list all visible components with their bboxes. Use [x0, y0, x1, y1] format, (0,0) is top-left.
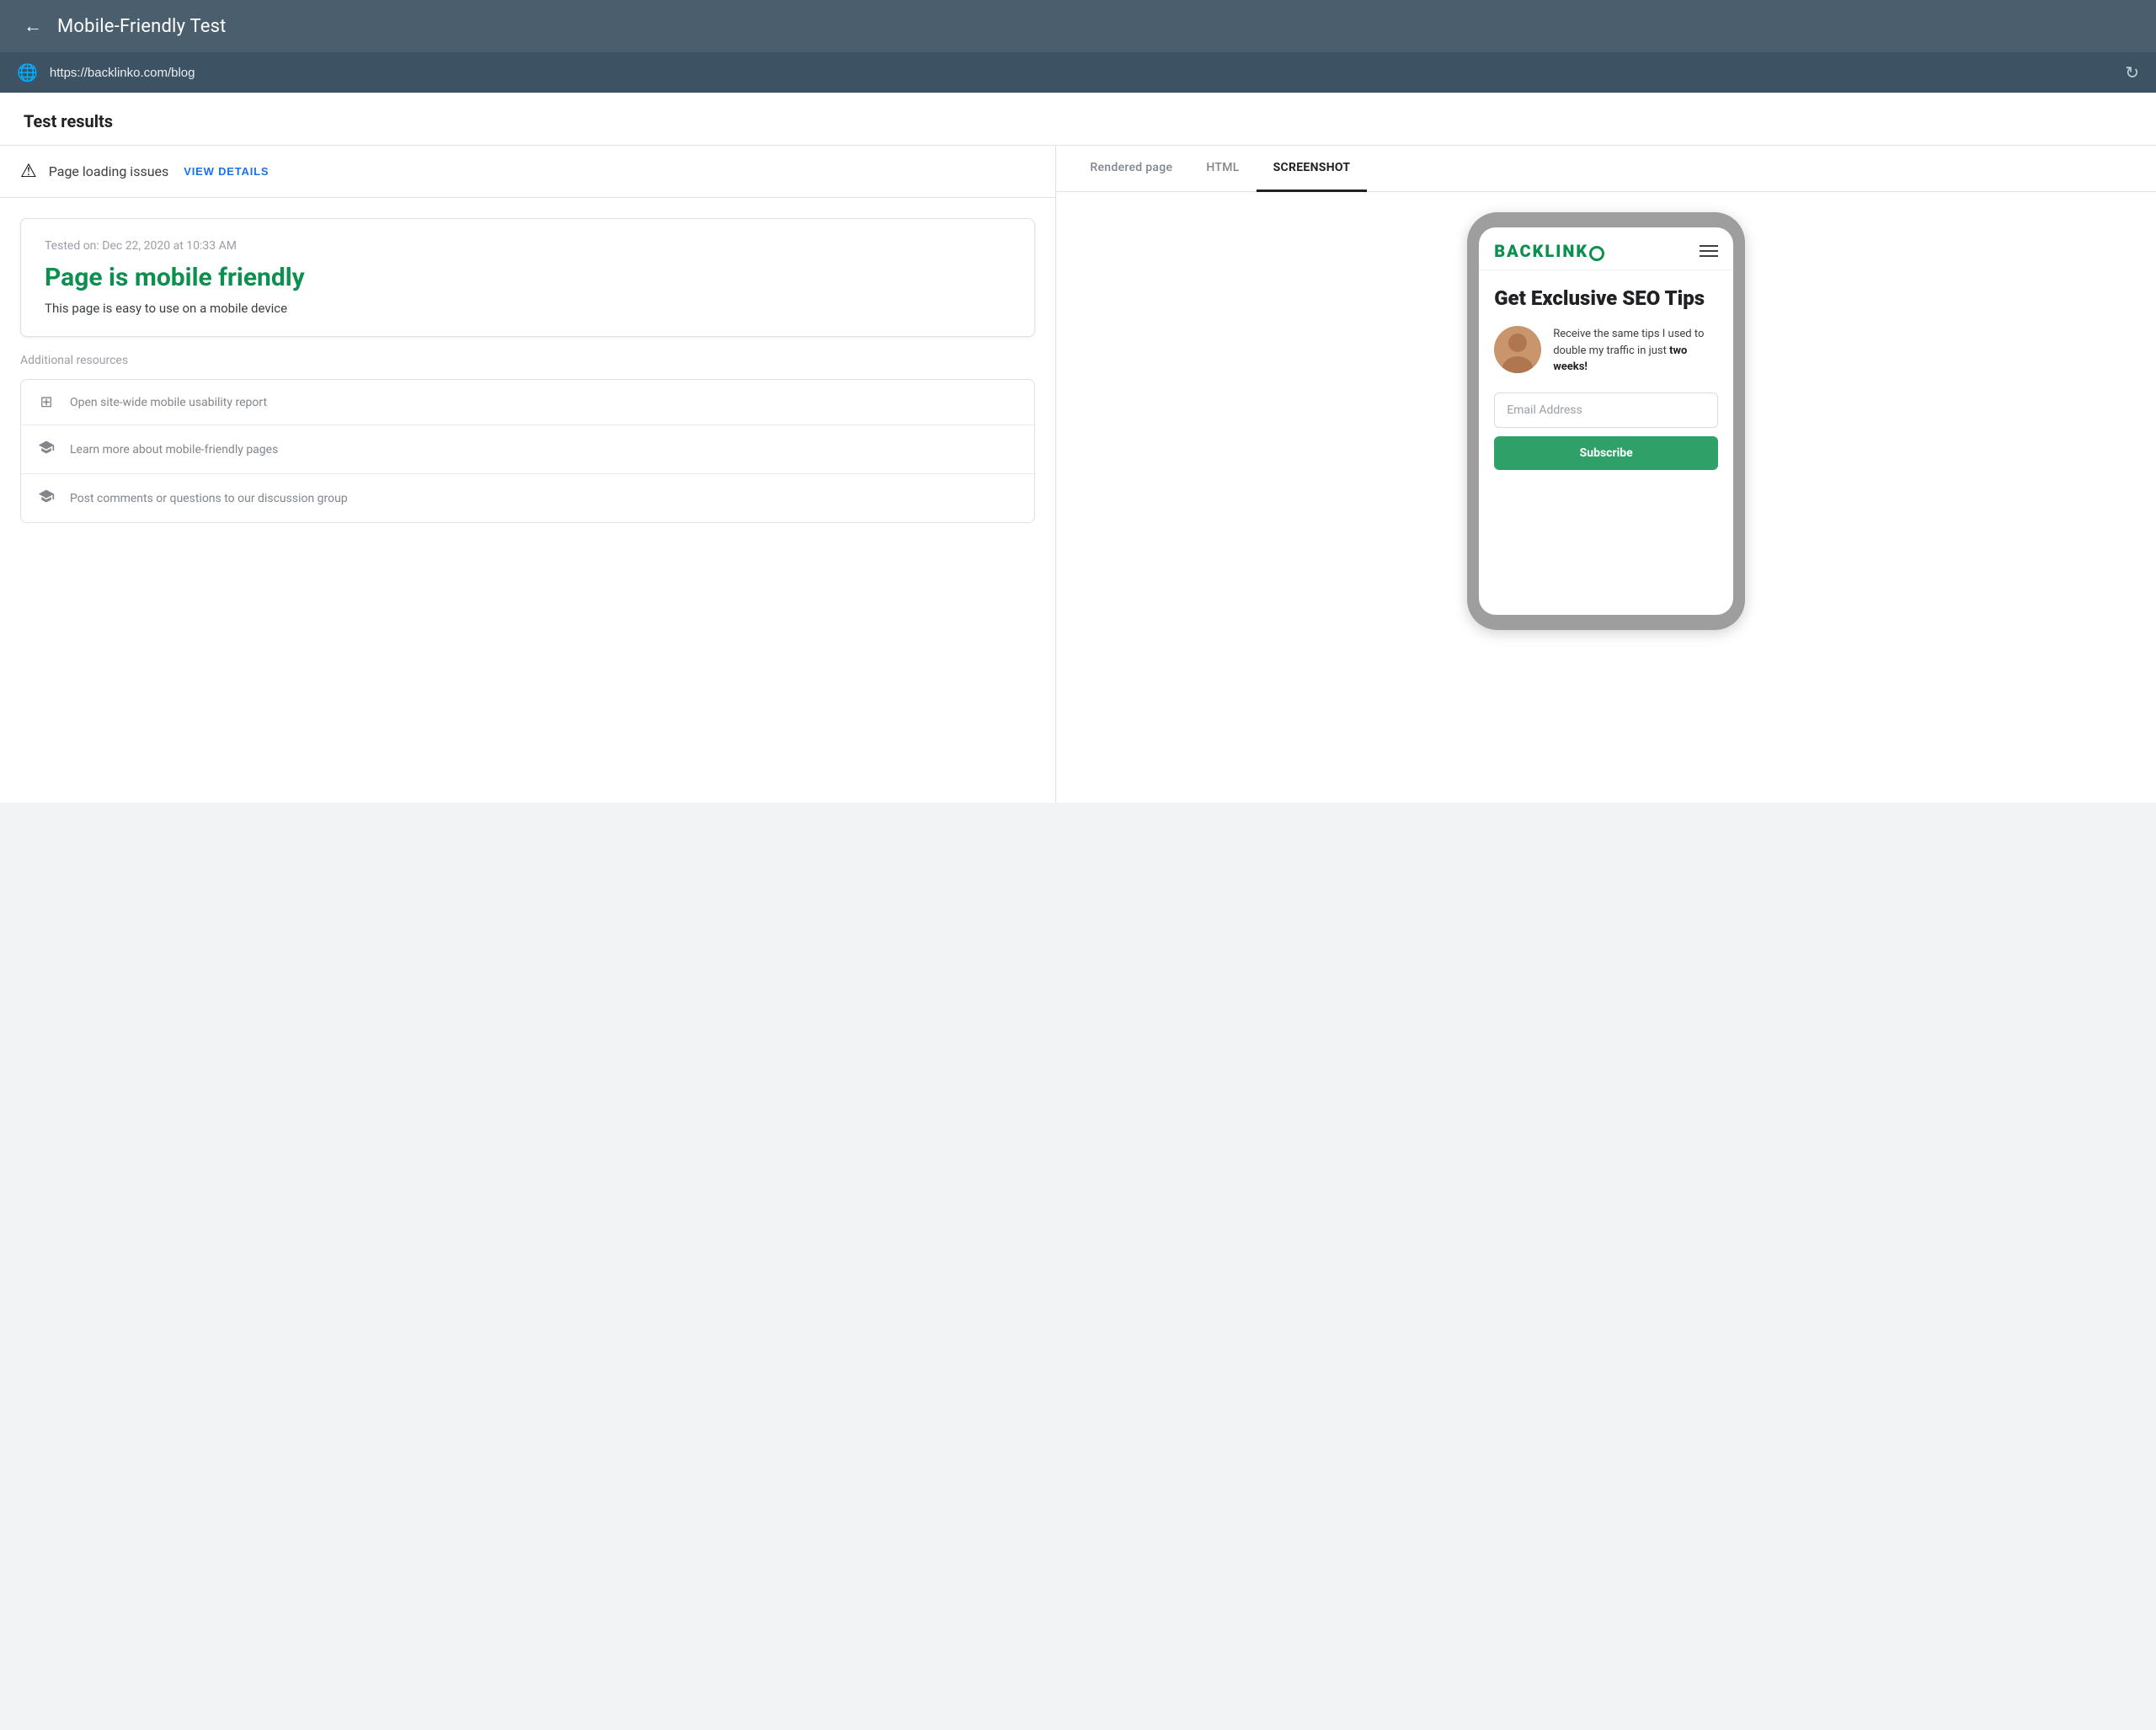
phone-hamburger-menu[interactable] [1700, 245, 1718, 257]
main-content: Test results ⚠ Page loading issues VIEW … [0, 93, 2156, 803]
left-panel: ⚠ Page loading issues VIEW DETAILS Teste… [0, 146, 1056, 803]
url-input[interactable] [50, 66, 2113, 80]
two-column-layout: ⚠ Page loading issues VIEW DETAILS Teste… [0, 146, 2156, 803]
resource-item-usability[interactable]: ⊞ Open site-wide mobile usability report [21, 380, 1034, 425]
phone-author-row: Receive the same tips I used to double m… [1494, 326, 1718, 376]
additional-resources: Additional resources ⊞ Open site-wide mo… [20, 354, 1035, 523]
header: ← Mobile-Friendly Test [0, 0, 2156, 52]
comments-icon [36, 488, 56, 509]
warning-icon: ⚠ [20, 161, 37, 182]
right-panel: Rendered page HTML SCREENSHOT BACKLINK [1056, 146, 2156, 803]
learn-icon [36, 439, 56, 460]
phone-content: Get Exclusive SEO Tips [1479, 270, 1733, 470]
resource-text-usability: Open site-wide mobile usability report [70, 396, 267, 409]
phone-email-field[interactable]: Email Address [1494, 392, 1718, 428]
resource-text-comments: Post comments or questions to our discus… [70, 492, 348, 505]
warning-bar: ⚠ Page loading issues VIEW DETAILS [0, 146, 1055, 198]
resources-card: ⊞ Open site-wide mobile usability report… [20, 379, 1035, 523]
tab-rendered-page[interactable]: Rendered page [1073, 146, 1189, 192]
phone-logo: BACKLINK [1494, 241, 1604, 261]
resource-text-learn: Learn more about mobile-friendly pages [70, 443, 278, 457]
phone-nav: BACKLINK [1479, 227, 1733, 270]
test-results-heading: Test results [0, 93, 2156, 146]
additional-resources-title: Additional resources [20, 354, 1035, 367]
mobile-friendly-description: This page is easy to use on a mobile dev… [45, 301, 1011, 316]
tab-html[interactable]: HTML [1189, 146, 1256, 192]
usability-report-icon: ⊞ [36, 393, 56, 411]
phone-headline: Get Exclusive SEO Tips [1494, 286, 1718, 311]
phone-mockup: BACKLINK Get Exclusive SEO Tips [1467, 212, 1745, 630]
phone-screen: BACKLINK Get Exclusive SEO Tips [1479, 227, 1733, 615]
tabs-bar: Rendered page HTML SCREENSHOT [1056, 146, 2156, 192]
url-bar: 🌐 ↻ [0, 52, 2156, 93]
warning-text: Page loading issues [49, 163, 169, 179]
phone-body-text: Receive the same tips I used to double m… [1553, 326, 1718, 376]
resource-item-comments[interactable]: Post comments or questions to our discus… [21, 474, 1034, 522]
phone-subscribe-button[interactable]: Subscribe [1494, 436, 1718, 470]
back-icon[interactable]: ← [24, 15, 42, 37]
resource-item-learn[interactable]: Learn more about mobile-friendly pages [21, 425, 1034, 474]
view-details-button[interactable]: VIEW DETAILS [184, 165, 269, 178]
phone-area: BACKLINK Get Exclusive SEO Tips [1056, 192, 2156, 650]
result-card: Tested on: Dec 22, 2020 at 10:33 AM Page… [20, 218, 1035, 337]
tab-screenshot[interactable]: SCREENSHOT [1257, 146, 1368, 192]
test-date: Tested on: Dec 22, 2020 at 10:33 AM [45, 239, 1011, 253]
globe-icon: 🌐 [17, 62, 38, 83]
mobile-friendly-result: Page is mobile friendly [45, 263, 1011, 292]
avatar [1494, 326, 1541, 373]
page-title: Mobile-Friendly Test [57, 16, 227, 37]
refresh-icon[interactable]: ↻ [2125, 62, 2139, 83]
